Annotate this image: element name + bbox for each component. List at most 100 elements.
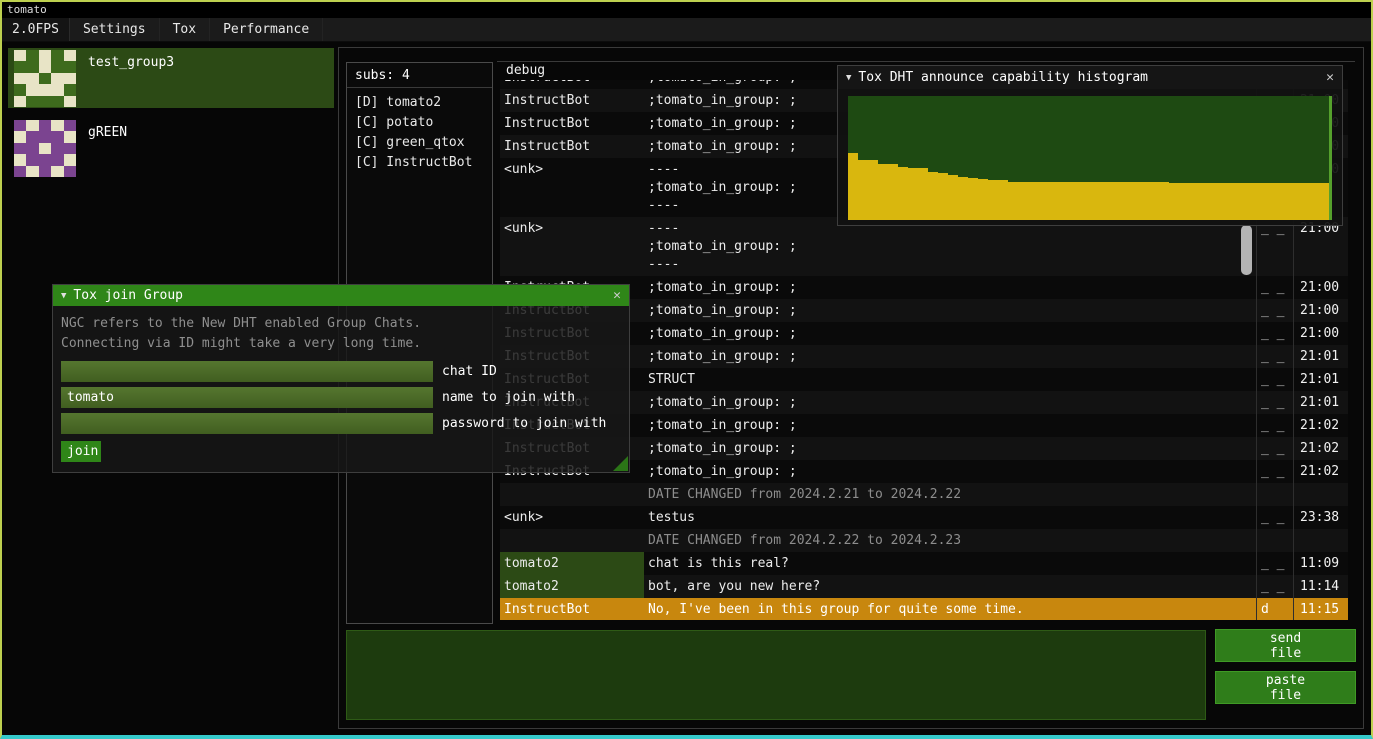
histogram-plot (848, 96, 1332, 220)
message-flags: _ _ (1256, 506, 1293, 529)
message-row[interactable]: InstructBotNo, I've been in this group f… (500, 598, 1348, 620)
histogram-bar (1299, 183, 1309, 220)
avatar-pixel (51, 166, 63, 177)
message-time (1293, 529, 1348, 552)
join-field-label: name to join with (442, 390, 575, 405)
avatar-pixel (14, 154, 26, 165)
histogram-bar (898, 167, 908, 220)
histogram-bar (878, 164, 888, 220)
join-field-row: chat ID (61, 361, 621, 382)
message-flags: _ _ (1256, 552, 1293, 575)
avatar-pixel (39, 61, 51, 72)
message-flags: _ _ (1256, 276, 1293, 299)
message-time: 21:02 (1293, 414, 1348, 437)
avatar-pixel (39, 50, 51, 61)
message-text: ;tomato_in_group: ; (644, 460, 1256, 483)
message-line: chat is this real? (648, 555, 1252, 573)
avatar-pixel (26, 50, 38, 61)
message-author: <unk> (500, 158, 644, 217)
menu-item-tox[interactable]: Tox (160, 18, 210, 41)
histogram-bar (1098, 182, 1108, 220)
avatar-pixel (39, 73, 51, 84)
message-row[interactable]: tomato2chat is this real?_ _11:09 (500, 552, 1348, 575)
menu-item-settings[interactable]: Settings (70, 18, 160, 41)
join-password-input[interactable] (61, 413, 433, 434)
histogram-bar (948, 175, 958, 220)
message-time: 21:02 (1293, 460, 1348, 483)
message-text: ;tomato_in_group: ; (644, 299, 1256, 322)
subs-member-tomato2[interactable]: [D] tomato2 (355, 93, 484, 113)
send-file-button[interactable]: send file (1215, 629, 1356, 662)
histogram-bar (1128, 182, 1138, 220)
avatar-pixel (39, 143, 51, 154)
avatar-pixel (64, 131, 76, 142)
join-info-text: NGC refers to the New DHT enabled Group … (61, 314, 621, 334)
group-avatar (14, 120, 76, 177)
avatar-pixel (26, 61, 38, 72)
histogram-bar (868, 160, 878, 220)
resize-grip-icon[interactable] (613, 456, 628, 471)
date-row[interactable]: DATE CHANGED from 2024.2.22 to 2024.2.23 (500, 529, 1348, 552)
message-author: InstructBot (500, 598, 644, 620)
message-flags (1256, 483, 1293, 506)
message-row[interactable]: tomato2bot, are you new here?_ _11:14 (500, 575, 1348, 598)
histogram-bar (1199, 183, 1209, 220)
avatar-pixel (26, 120, 38, 131)
window-titlebar[interactable]: tomato (2, 2, 1371, 18)
collapse-icon[interactable]: ▼ (846, 73, 851, 83)
collapse-icon[interactable]: ▼ (61, 291, 66, 301)
menu-item-performance[interactable]: Performance (210, 18, 323, 41)
message-line: ;tomato_in_group: ; (648, 302, 1252, 320)
group-avatar (14, 50, 76, 107)
avatar-pixel (14, 84, 26, 95)
histogram-bar (1309, 183, 1319, 220)
avatar-pixel (14, 120, 26, 131)
close-icon[interactable]: ✕ (1326, 70, 1334, 85)
subs-member-potato[interactable]: [C] potato (355, 113, 484, 133)
message-row[interactable]: <unk>testus_ _23:38 (500, 506, 1348, 529)
message-time: 23:38 (1293, 506, 1348, 529)
message-line: ;tomato_in_group: ; (648, 325, 1252, 343)
histogram-bar (888, 164, 898, 220)
histogram-bar (1018, 182, 1028, 220)
avatar-pixel (14, 61, 26, 72)
avatar-pixel (51, 50, 63, 61)
message-author: tomato2 (500, 552, 644, 575)
avatar-pixel (14, 96, 26, 107)
join-button[interactable]: join (61, 441, 101, 462)
histogram-bar (1279, 183, 1289, 220)
histogram-bar (1209, 183, 1219, 220)
group-item-gREEN[interactable]: gREEN (8, 118, 334, 178)
avatar-pixel (51, 131, 63, 142)
message-input[interactable] (346, 630, 1206, 720)
avatar-pixel (51, 154, 63, 165)
avatar-pixel (64, 73, 76, 84)
subs-member-InstructBot[interactable]: [C] InstructBot (355, 153, 484, 173)
avatar-pixel (14, 131, 26, 142)
join-name-input[interactable]: tomato (61, 387, 433, 408)
avatar-pixel (64, 50, 76, 61)
avatar-pixel (14, 143, 26, 154)
message-time: 11:14 (1293, 575, 1348, 598)
histogram-window-titlebar[interactable]: ▼ Tox DHT announce capability histogram … (838, 66, 1342, 89)
group-item-test_group3[interactable]: test_group3 (8, 48, 334, 108)
subs-member-green_qtox[interactable]: [C] green_qtox (355, 133, 484, 153)
message-text: DATE CHANGED from 2024.2.22 to 2024.2.23 (644, 529, 1256, 552)
avatar-pixel (26, 154, 38, 165)
chat-id-input[interactable] (61, 361, 433, 382)
scrollbar-thumb[interactable] (1241, 225, 1252, 275)
histogram-bar (1068, 182, 1078, 220)
histogram-bar (918, 168, 928, 220)
avatar-pixel (39, 166, 51, 177)
histogram-bar (1138, 182, 1148, 220)
message-line: ;tomato_in_group: ; (648, 394, 1252, 412)
close-icon[interactable]: ✕ (613, 288, 621, 303)
avatar-pixel (14, 50, 26, 61)
paste-file-button[interactable]: paste file (1215, 671, 1356, 704)
histogram-bar (1078, 182, 1088, 220)
tab-debug[interactable]: debug (506, 63, 545, 78)
join-info-text: Connecting via ID might take a very long… (61, 334, 621, 354)
avatar-pixel (51, 73, 63, 84)
date-row[interactable]: DATE CHANGED from 2024.2.21 to 2024.2.22 (500, 483, 1348, 506)
join-window-titlebar[interactable]: ▼ Tox join Group ✕ (53, 285, 629, 306)
